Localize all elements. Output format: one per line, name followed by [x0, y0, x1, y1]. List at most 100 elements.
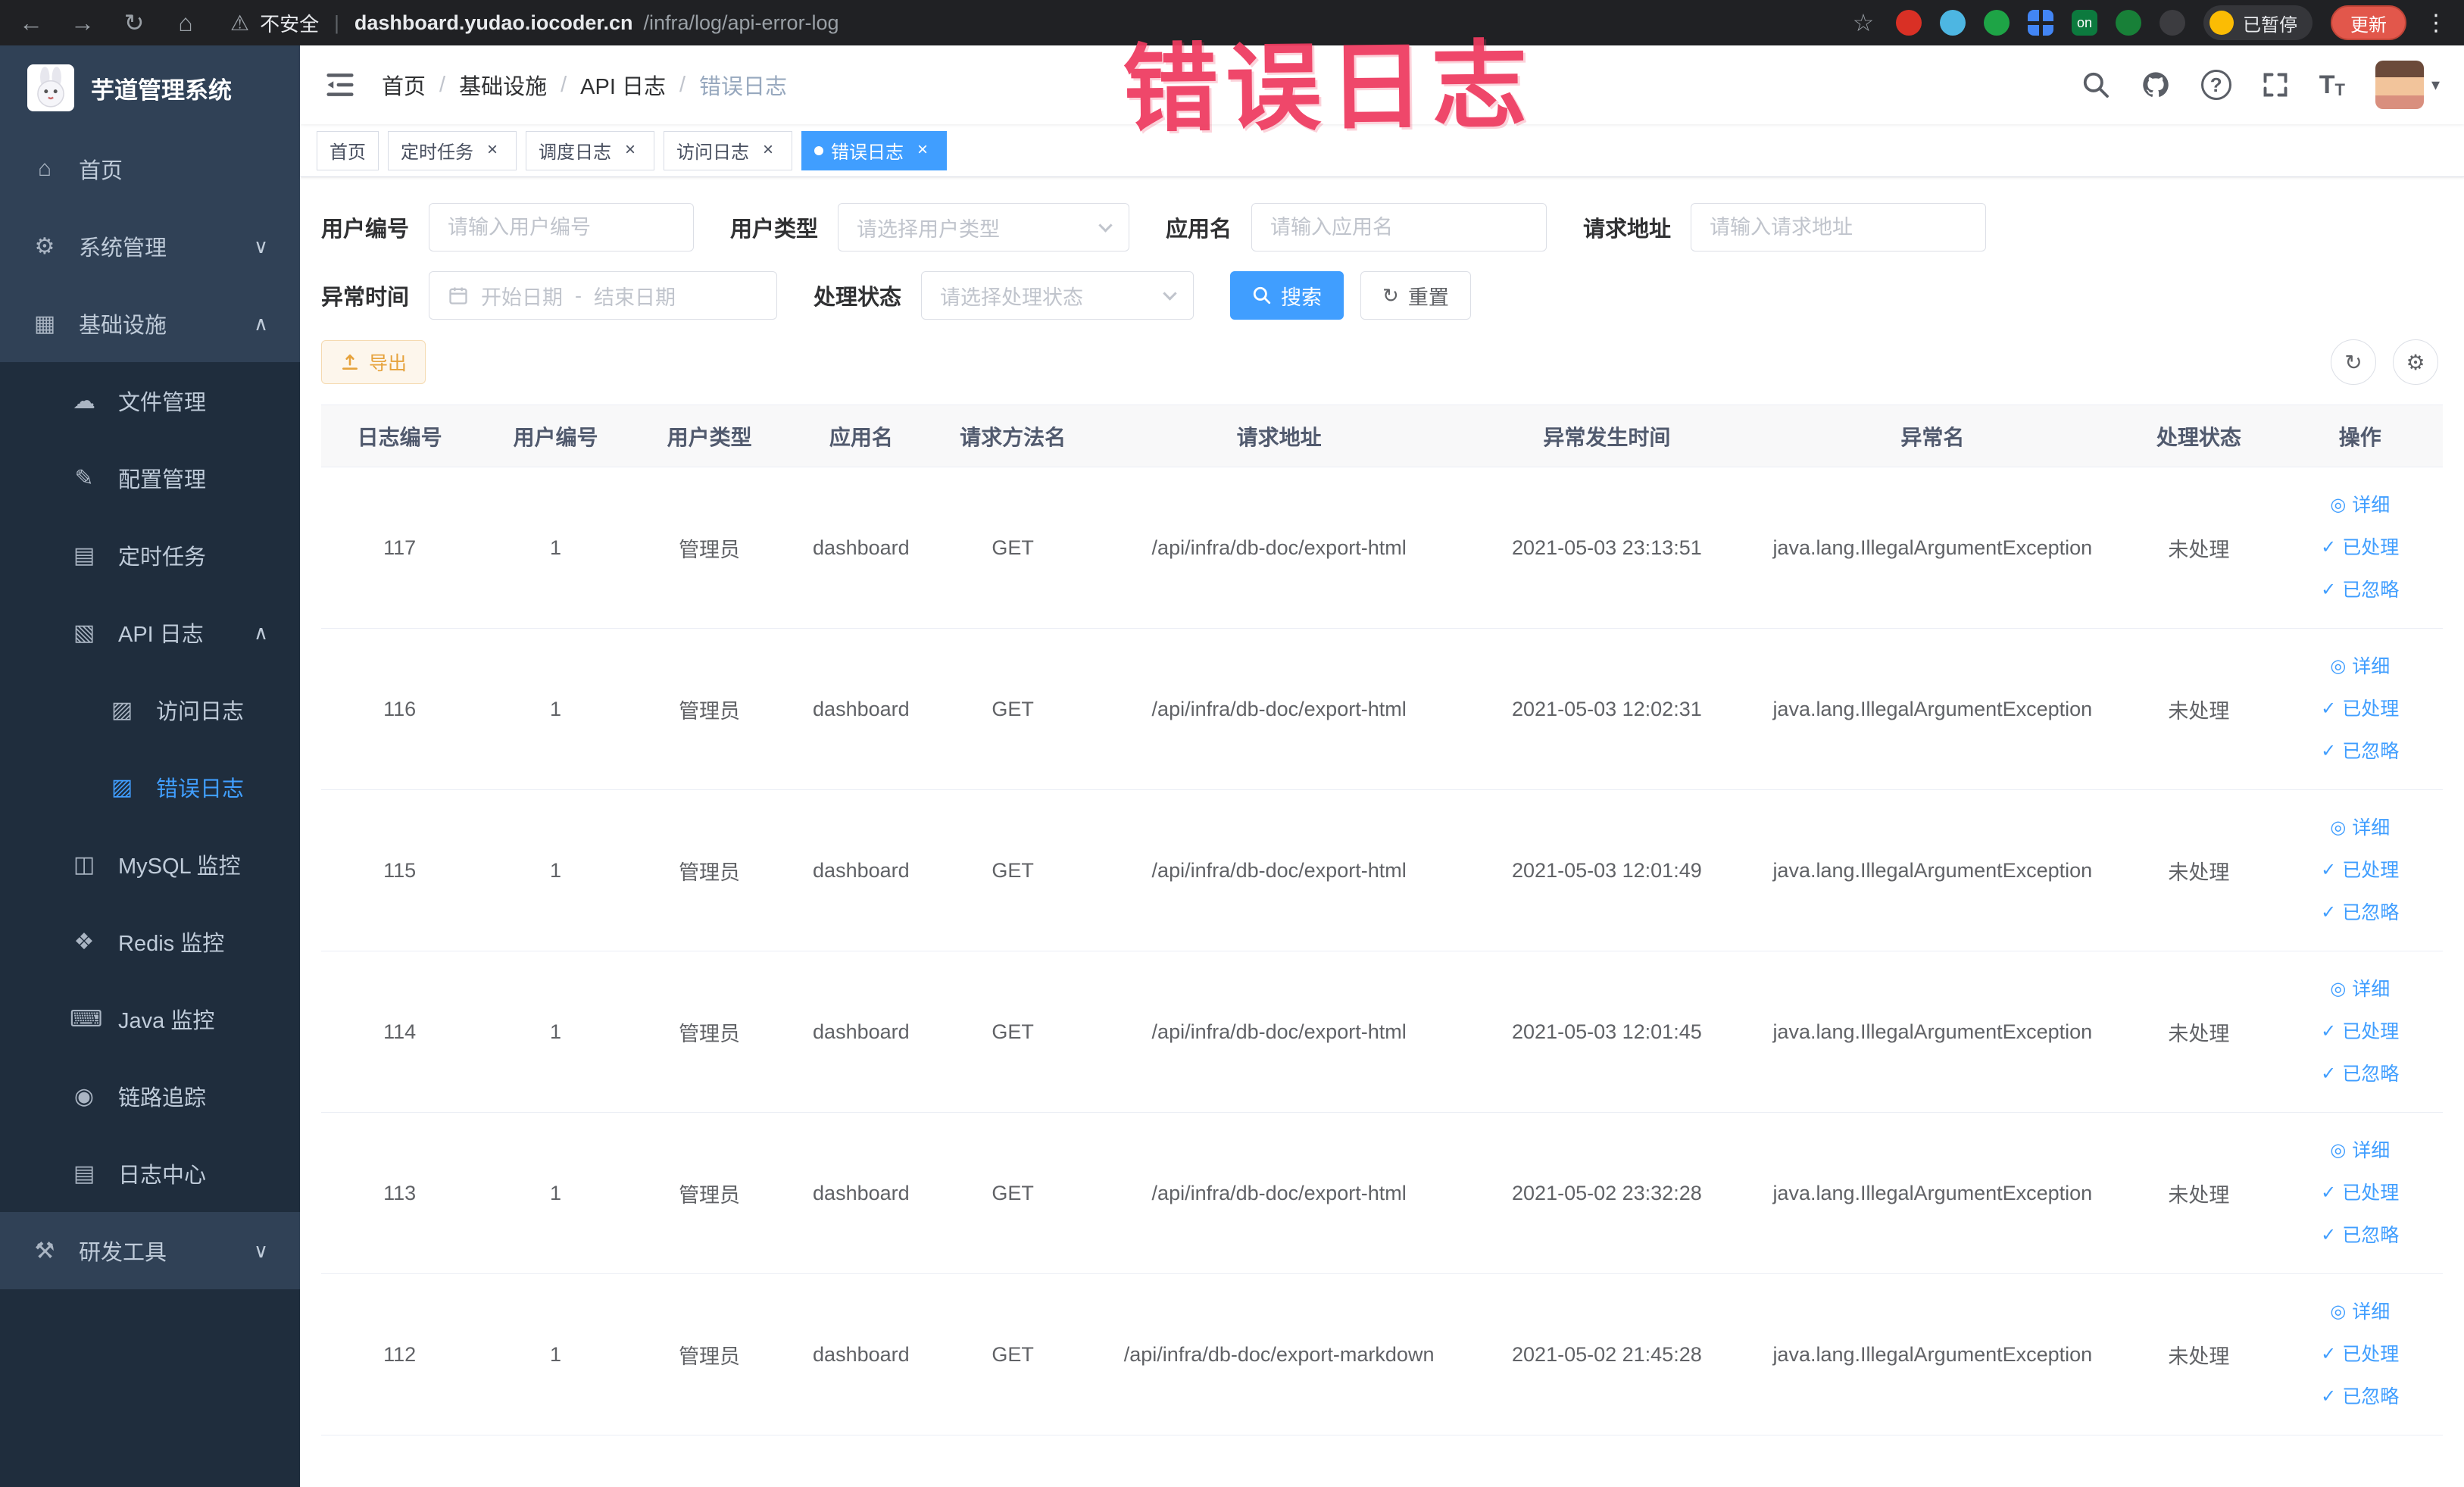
- table-row[interactable]: 116 1 管理员 dashboard GET /api/infra/db-do…: [321, 628, 2443, 790]
- sidebar-item-system-management[interactable]: ⚙ 系统管理 ∨: [0, 208, 300, 285]
- sidebar-item-infrastructure[interactable]: ▦ 基础设施 ∧: [0, 285, 300, 362]
- tab-home[interactable]: 首页: [317, 130, 379, 170]
- chrome-update-button[interactable]: 更新: [2331, 5, 2406, 40]
- close-tab-icon[interactable]: ×: [757, 139, 779, 162]
- search-button[interactable]: 搜索: [1230, 271, 1344, 320]
- action-detail[interactable]: ◎ 详细: [2284, 968, 2435, 1011]
- extension-leaf-icon[interactable]: [2116, 10, 2141, 36]
- reload-icon[interactable]: ↻: [120, 8, 148, 37]
- action-detail[interactable]: ◎ 详细: [2284, 484, 2435, 526]
- tab-scheduled-tasks[interactable]: 定时任务 ×: [388, 130, 517, 170]
- sidebar-item-dev-tools[interactable]: ⚒ 研发工具 ∨: [0, 1212, 300, 1289]
- close-tab-icon[interactable]: ×: [911, 139, 934, 162]
- action-ignore[interactable]: ✓ 已忽略: [2284, 1214, 2435, 1257]
- font-size-icon[interactable]: TT: [2319, 70, 2345, 100]
- table-row[interactable]: 117 1 管理员 dashboard GET /api/infra/db-do…: [321, 467, 2443, 629]
- eye-icon: ◎: [2330, 979, 2347, 999]
- extension-on-badge-icon[interactable]: on: [2072, 10, 2097, 36]
- extension-blue-icon[interactable]: [1940, 10, 1966, 36]
- bookmark-star-icon[interactable]: ☆: [1849, 8, 1878, 37]
- table-row[interactable]: 113 1 管理员 dashboard GET /api/infra/db-do…: [321, 1112, 2443, 1274]
- breadcrumb-api-logs[interactable]: API 日志: [580, 69, 666, 101]
- tab-label: 首页: [329, 142, 366, 163]
- extension-paw-icon[interactable]: [2160, 10, 2185, 36]
- sidebar-item-redis-monitor[interactable]: ❖ Redis 监控: [0, 903, 300, 980]
- tab-access-logs[interactable]: 访问日志 ×: [664, 130, 792, 170]
- sidebar-item-java-monitor[interactable]: ⌨ Java 监控: [0, 980, 300, 1057]
- sidebar-item-scheduled-tasks[interactable]: ▤ 定时任务: [0, 517, 300, 594]
- action-processed[interactable]: ✓ 已处理: [2284, 1011, 2435, 1053]
- sidebar-item-access-logs[interactable]: ▨ 访问日志: [0, 671, 300, 748]
- browser-menu-icon[interactable]: ⋮: [2425, 10, 2447, 36]
- action-processed[interactable]: ✓ 已处理: [2284, 688, 2435, 730]
- action-ignore[interactable]: ✓ 已忽略: [2284, 730, 2435, 773]
- action-processed[interactable]: ✓ 已处理: [2284, 1172, 2435, 1214]
- breadcrumb-home[interactable]: 首页: [382, 69, 426, 101]
- cell-user-id: 1: [478, 951, 633, 1113]
- cell-request-url: /api/infra/db-doc/export-html: [1088, 951, 1469, 1113]
- action-ignore[interactable]: ✓ 已忽略: [2284, 569, 2435, 611]
- column-settings-button[interactable]: ⚙: [2393, 339, 2438, 385]
- top-navbar: 首页 / 基础设施 / API 日志 / 错误日志 ? T T ▾: [300, 45, 2464, 124]
- process-status-select[interactable]: 请选择处理状态: [921, 271, 1195, 320]
- forward-icon[interactable]: →: [68, 9, 97, 37]
- action-detail[interactable]: ◎ 详细: [2284, 1129, 2435, 1172]
- breadcrumb-infrastructure[interactable]: 基础设施: [459, 69, 547, 101]
- close-tab-icon[interactable]: ×: [481, 139, 504, 162]
- action-ignore[interactable]: ✓ 已忽略: [2284, 1376, 2435, 1418]
- user-avatar-menu[interactable]: ▾: [2375, 61, 2440, 109]
- cell-log-id: 116: [321, 628, 479, 790]
- hamburger-icon[interactable]: [324, 69, 356, 101]
- sidebar-item-api-logs[interactable]: ▧ API 日志 ∧: [0, 594, 300, 671]
- fullscreen-icon[interactable]: [2262, 71, 2289, 98]
- extension-red-icon[interactable]: [1896, 10, 1922, 36]
- action-processed[interactable]: ✓ 已处理: [2284, 526, 2435, 569]
- sidebar-item-log-center[interactable]: ▤ 日志中心: [0, 1135, 300, 1212]
- sidebar-item-label: 访问日志: [156, 700, 245, 724]
- table-row[interactable]: 115 1 管理员 dashboard GET /api/infra/db-do…: [321, 789, 2443, 951]
- action-ignore[interactable]: ✓ 已忽略: [2284, 1053, 2435, 1095]
- user-id-input[interactable]: [429, 203, 695, 251]
- extension-green-icon[interactable]: [1984, 10, 2010, 36]
- tab-scheduler-logs[interactable]: 调度日志 ×: [526, 130, 654, 170]
- sidebar-item-mysql-monitor[interactable]: ◫ MySQL 监控: [0, 826, 300, 903]
- page-content: 用户编号 用户类型 请选择用户类型 应用名 请求地址: [300, 177, 2464, 1487]
- sidebar-item-home[interactable]: ⌂ 首页: [0, 130, 300, 208]
- app-logo[interactable]: 芋道管理系统: [0, 45, 300, 130]
- action-label: 已处理: [2342, 1182, 2400, 1204]
- action-detail[interactable]: ◎ 详细: [2284, 1291, 2435, 1333]
- tab-error-logs[interactable]: 错误日志 ×: [801, 130, 947, 170]
- action-ignore[interactable]: ✓ 已忽略: [2284, 892, 2435, 934]
- export-button[interactable]: 导出: [321, 340, 426, 384]
- help-icon[interactable]: ?: [2200, 70, 2231, 100]
- address-bar[interactable]: ⚠ 不安全 | dashboard.yudao.iocoder.cn/infra…: [230, 9, 839, 37]
- table-row[interactable]: 114 1 管理员 dashboard GET /api/infra/db-do…: [321, 951, 2443, 1113]
- action-detail[interactable]: ◎ 详细: [2284, 645, 2435, 688]
- action-processed[interactable]: ✓ 已处理: [2284, 849, 2435, 892]
- refresh-button[interactable]: ↻: [2331, 339, 2376, 385]
- refresh-icon: ↻: [1382, 283, 1399, 307]
- sidebar-item-file-management[interactable]: ☁ 文件管理: [0, 362, 300, 439]
- sidebar-item-link-tracing[interactable]: ◉ 链路追踪: [0, 1057, 300, 1135]
- search-icon[interactable]: [2081, 70, 2110, 99]
- exception-time-range[interactable]: 开始日期 - 结束日期: [429, 271, 778, 320]
- request-url-input[interactable]: [1691, 203, 1987, 251]
- extension-grid-icon[interactable]: [2028, 10, 2053, 36]
- table-row[interactable]: 112 1 管理员 dashboard GET /api/infra/db-do…: [321, 1273, 2443, 1435]
- github-icon[interactable]: [2141, 70, 2171, 100]
- action-detail[interactable]: ◎ 详细: [2284, 807, 2435, 849]
- sidebar-item-error-logs[interactable]: ▨ 错误日志: [0, 748, 300, 826]
- user-type-select[interactable]: 请选择用户类型: [838, 203, 1130, 251]
- home-icon[interactable]: ⌂: [171, 9, 200, 37]
- check-icon: ✓: [2321, 698, 2337, 719]
- reset-button[interactable]: ↻ 重置: [1360, 271, 1471, 320]
- cell-user-type: 管理员: [632, 1112, 786, 1274]
- close-tab-icon[interactable]: ×: [619, 139, 642, 162]
- profile-paused-chip[interactable]: 已暂停: [2203, 5, 2313, 40]
- back-icon[interactable]: ←: [17, 9, 45, 37]
- action-label: 详细: [2352, 817, 2391, 839]
- action-processed[interactable]: ✓ 已处理: [2284, 1333, 2435, 1376]
- log-icon: ▨: [111, 774, 133, 800]
- app-name-input[interactable]: [1251, 203, 1547, 251]
- sidebar-item-config-management[interactable]: ✎ 配置管理: [0, 439, 300, 517]
